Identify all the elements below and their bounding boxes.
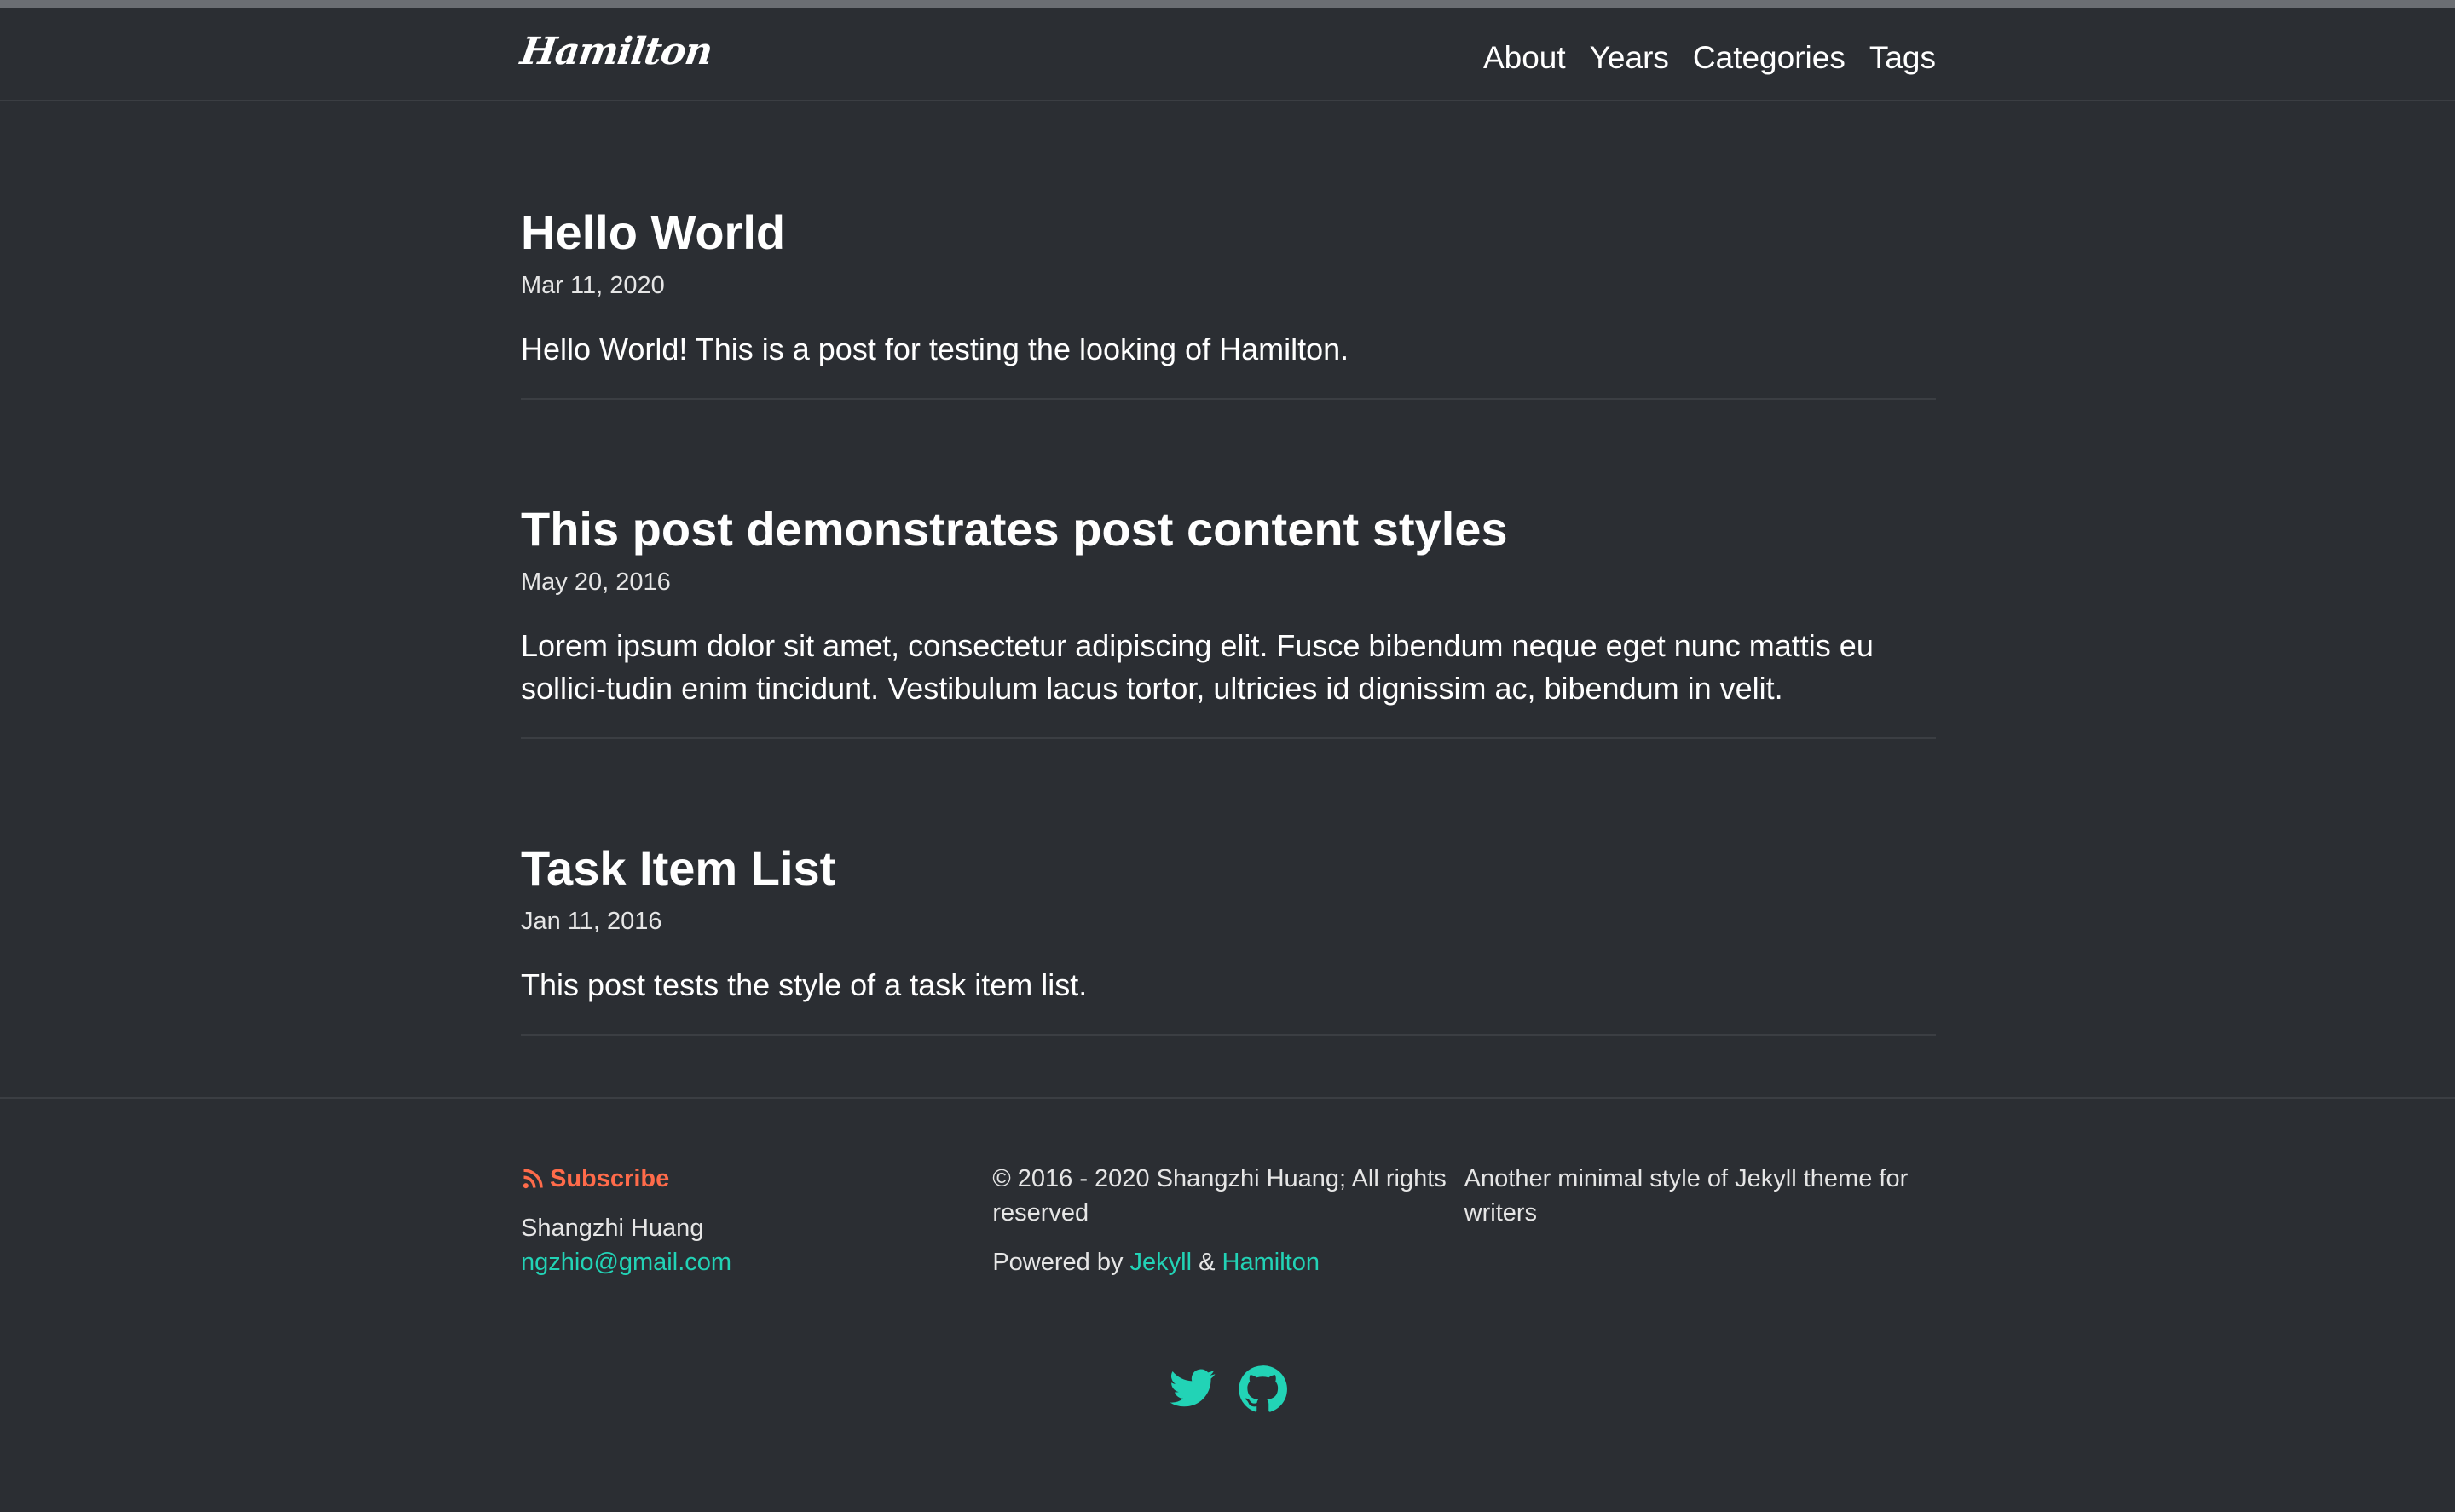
copyright-text: © 2016 - 2020 Shangzhi Huang; All rights…: [992, 1165, 1447, 1226]
post-list: Hello World Mar 11, 2020 Hello World! Th…: [521, 101, 1936, 1036]
nav-item-years[interactable]: Years: [1590, 40, 1669, 76]
subscribe-link[interactable]: Subscribe: [521, 1162, 992, 1196]
site-description: Another minimal style of Jekyll theme fo…: [1464, 1165, 1909, 1226]
top-strip: [0, 0, 2455, 8]
nav-item-categories[interactable]: Categories: [1693, 40, 1846, 76]
post-title[interactable]: This post demonstrates post content styl…: [521, 500, 1936, 558]
post-date: May 20, 2016: [521, 568, 671, 596]
email-link[interactable]: ngzhio@gmail.com: [521, 1249, 731, 1276]
powered-by: Powered by Jekyll & Hamilton: [992, 1245, 1464, 1279]
post-item: Hello World Mar 11, 2020 Hello World! Th…: [521, 204, 1936, 400]
post-date: Mar 11, 2020: [521, 272, 665, 299]
github-icon[interactable]: [1238, 1365, 1287, 1414]
ampersand: &: [1199, 1249, 1216, 1276]
footer-column-contact: Subscribe Shangzhi Huang ngzhio@gmail.co…: [521, 1162, 992, 1279]
site-footer: Subscribe Shangzhi Huang ngzhio@gmail.co…: [0, 1097, 2455, 1414]
author-name: Shangzhi Huang: [521, 1215, 704, 1242]
post-excerpt: Lorem ipsum dolor sit amet, consectetur …: [521, 628, 1874, 706]
twitter-icon[interactable]: [1168, 1365, 1217, 1414]
site-header: Hamilton About Years Categories Tags: [0, 8, 2455, 101]
jekyll-link[interactable]: Jekyll: [1130, 1249, 1193, 1276]
post-title[interactable]: Task Item List: [521, 840, 1936, 897]
powered-prefix: Powered by: [992, 1249, 1124, 1276]
nav-item-about[interactable]: About: [1483, 40, 1566, 76]
footer-column-description: Another minimal style of Jekyll theme fo…: [1464, 1162, 1936, 1279]
social-links: [0, 1365, 2455, 1414]
subscribe-label: Subscribe: [550, 1165, 670, 1192]
hamilton-link[interactable]: Hamilton: [1222, 1249, 1320, 1276]
site-nav: About Years Categories Tags: [1483, 40, 1936, 76]
post-excerpt: This post tests the style of a task item…: [521, 967, 1088, 1002]
footer-column-copyright: © 2016 - 2020 Shangzhi Huang; All rights…: [992, 1162, 1464, 1279]
site-logo[interactable]: Hamilton: [517, 30, 714, 73]
post-item: This post demonstrates post content styl…: [521, 500, 1936, 739]
post-title[interactable]: Hello World: [521, 204, 1936, 262]
rss-icon: [523, 1169, 543, 1189]
post-date: Jan 11, 2016: [521, 908, 662, 935]
nav-item-tags[interactable]: Tags: [1869, 40, 1936, 76]
post-excerpt: Hello World! This is a post for testing …: [521, 332, 1349, 366]
post-item: Task Item List Jan 11, 2016 This post te…: [521, 840, 1936, 1036]
